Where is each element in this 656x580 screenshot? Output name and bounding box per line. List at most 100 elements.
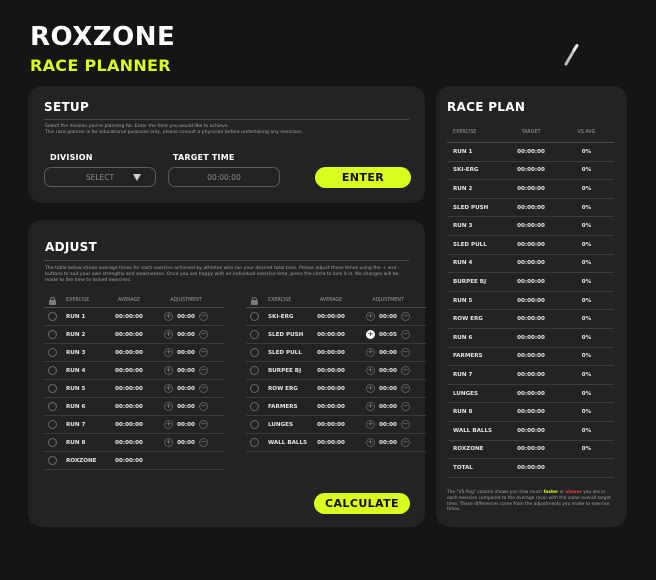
minus-button[interactable]: − — [401, 330, 410, 339]
exercise-name: FARMERS — [268, 403, 298, 410]
minus-button[interactable]: − — [199, 348, 208, 357]
calculate-button[interactable]: CALCULATE — [314, 493, 410, 514]
lock-icon — [48, 296, 56, 305]
lock-toggle[interactable] — [47, 456, 57, 465]
lock-toggle[interactable] — [249, 438, 259, 447]
lock-toggle[interactable] — [47, 438, 57, 447]
note-slower: slower — [565, 490, 582, 495]
minus-button[interactable]: − — [199, 420, 208, 429]
minus-button[interactable]: − — [199, 312, 208, 321]
adjustment-cell: +00:00− — [350, 384, 426, 393]
plus-button[interactable]: + — [366, 312, 375, 321]
plus-button[interactable]: + — [366, 366, 375, 375]
lock-toggle[interactable] — [47, 420, 57, 429]
table-row: RUN 5 00:00:00 +00:00− — [44, 380, 224, 398]
lock-cell — [246, 330, 262, 339]
target-time: 00:00:00 — [517, 223, 545, 230]
adjustment-value: 00:00 — [177, 439, 195, 446]
target-time: 00:00:00 — [517, 427, 545, 434]
plus-button[interactable]: + — [164, 312, 173, 321]
vs-avg: 0% — [581, 241, 592, 248]
lock-icon — [250, 296, 258, 305]
average-time: 00:00:00 — [317, 439, 345, 446]
minus-button[interactable]: − — [199, 330, 208, 339]
enter-button[interactable]: ENTER — [315, 167, 411, 188]
minus-button[interactable]: − — [199, 402, 208, 411]
lock-toggle[interactable] — [249, 420, 259, 429]
target-time-input[interactable]: 00:00:00 — [168, 167, 280, 187]
table-row: SLED PULL 00:00:00 +00:00− — [246, 344, 426, 362]
plus-button[interactable]: + — [366, 420, 375, 429]
exercise-name: BURPEE BJ — [453, 278, 487, 285]
minus-button[interactable]: − — [401, 366, 410, 375]
exercise-name: LUNGES — [268, 421, 294, 428]
lock-toggle[interactable] — [249, 348, 259, 357]
lock-toggle[interactable] — [249, 402, 259, 411]
pencil-icon[interactable] — [563, 44, 579, 66]
minus-button[interactable]: − — [199, 384, 208, 393]
lock-cell — [44, 420, 60, 429]
table-row: SKI-ERG 00:00:00 +00:00− — [246, 308, 426, 326]
vs-avg: 0% — [581, 353, 592, 360]
lock-toggle[interactable] — [249, 312, 259, 321]
lock-toggle[interactable] — [47, 366, 57, 375]
minus-button[interactable]: − — [401, 420, 410, 429]
lock-toggle[interactable] — [249, 330, 259, 339]
plus-button[interactable]: + — [164, 420, 173, 429]
header-target: TARGET — [521, 129, 541, 135]
plus-button[interactable]: + — [164, 438, 173, 447]
division-select[interactable]: SELECT — [44, 167, 156, 187]
minus-button[interactable]: − — [401, 348, 410, 357]
lock-cell — [246, 384, 262, 393]
plus-button[interactable]: + — [164, 348, 173, 357]
minus-button[interactable]: − — [401, 402, 410, 411]
lock-toggle[interactable] — [47, 384, 57, 393]
lock-toggle[interactable] — [47, 312, 57, 321]
exercise-name: RUN 7 — [453, 371, 473, 378]
target-time: 00:00:00 — [517, 167, 545, 174]
lock-toggle[interactable] — [249, 384, 259, 393]
table-row: WALL BALLS 00:00:00 +00:00− — [246, 434, 426, 452]
plus-button[interactable]: + — [366, 402, 375, 411]
adjustment-cell: +00:00− — [350, 402, 426, 411]
lock-toggle[interactable] — [47, 402, 57, 411]
lock-cell — [44, 330, 60, 339]
plus-button[interactable]: + — [366, 330, 375, 339]
table-row: RUN 2 00:00:00 0% — [447, 180, 614, 199]
minus-button[interactable]: − — [401, 312, 410, 321]
target-time: 00:00:00 — [517, 185, 545, 192]
plus-button[interactable]: + — [366, 438, 375, 447]
minus-button[interactable]: − — [401, 438, 410, 447]
table-row: RUN 4 00:00:00 +00:00− — [44, 362, 224, 380]
lock-toggle[interactable] — [249, 366, 259, 375]
header-vs-avg: VS AVG — [577, 129, 596, 135]
plus-button[interactable]: + — [366, 348, 375, 357]
division-select-value: SELECT — [85, 172, 115, 182]
adjustment-value: 00:05 — [379, 331, 397, 338]
lock-toggle[interactable] — [47, 330, 57, 339]
plus-button[interactable]: + — [366, 384, 375, 393]
lock-cell — [44, 456, 60, 465]
plus-button[interactable]: + — [164, 330, 173, 339]
table-row: RUN 3 00:00:00 0% — [447, 217, 614, 236]
table-row: TOTAL 00:00:00 — [447, 459, 614, 478]
plus-button[interactable]: + — [164, 366, 173, 375]
plus-button[interactable]: + — [164, 384, 173, 393]
lock-cell — [44, 312, 60, 321]
adjustment-cell: +00:00− — [148, 330, 224, 339]
header-exercise: EXERCISE — [268, 298, 292, 303]
plus-button[interactable]: + — [164, 402, 173, 411]
minus-button[interactable]: − — [199, 438, 208, 447]
average-time: 00:00:00 — [115, 439, 143, 446]
adjust-table-left: EXERCISE AVERAGE ADJUSTMENT RUN 1 00:00:0… — [44, 294, 224, 470]
table-row: BURPEE BJ 00:00:00 +00:00− — [246, 362, 426, 380]
header-adjustment: ADJUSTMENT — [372, 298, 404, 303]
exercise-name: SLED PULL — [268, 349, 302, 356]
table-row: WALL BALLS 00:00:00 0% — [447, 422, 614, 441]
lock-toggle[interactable] — [47, 348, 57, 357]
adjustment-value: 00:00 — [379, 385, 397, 392]
minus-button[interactable]: − — [199, 366, 208, 375]
table-row: FARMERS 00:00:00 0% — [447, 348, 614, 367]
minus-button[interactable]: − — [401, 384, 410, 393]
table-row: RUN 7 00:00:00 0% — [447, 366, 614, 385]
